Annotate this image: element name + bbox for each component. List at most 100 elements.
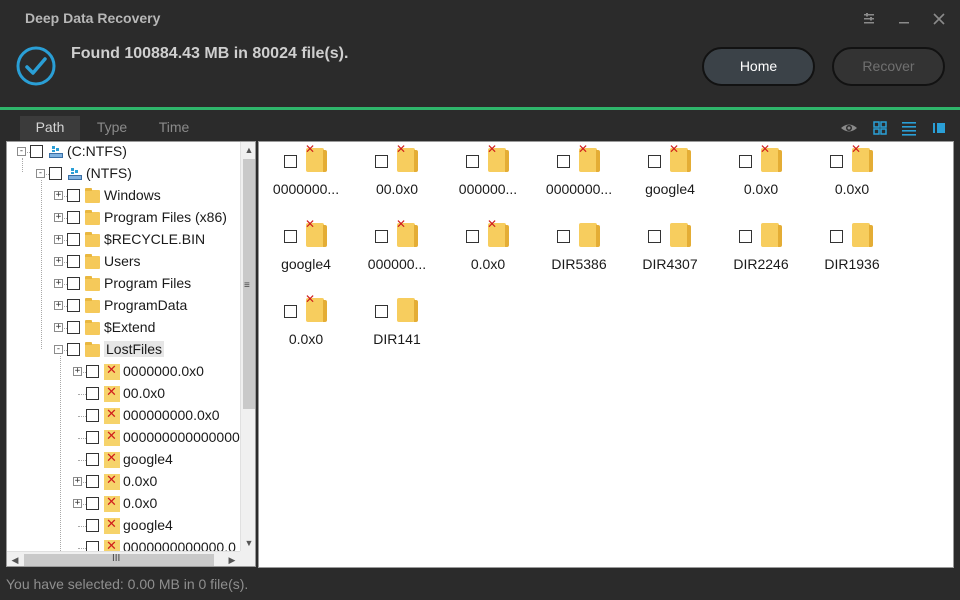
expand-icon[interactable]: +: [54, 213, 63, 222]
item-checkbox[interactable]: [284, 305, 297, 318]
tree-item[interactable]: + Users: [7, 251, 240, 273]
tree-item-checkbox[interactable]: [86, 409, 99, 422]
item-checkbox[interactable]: [648, 230, 661, 243]
tree-item[interactable]: + Windows: [7, 185, 240, 207]
eye-icon[interactable]: [840, 119, 858, 137]
list-view-icon[interactable]: [900, 119, 918, 137]
tree-item-checkbox[interactable]: [86, 475, 99, 488]
scroll-left-arrow-icon[interactable]: ◀: [7, 552, 23, 566]
tree-item[interactable]: + ProgramData: [7, 295, 240, 317]
tree-item[interactable]: + ✕ 0000000.0x0: [7, 361, 240, 383]
item-checkbox[interactable]: [557, 230, 570, 243]
tree-item[interactable]: - (NTFS): [7, 163, 240, 185]
item-checkbox[interactable]: [830, 155, 843, 168]
tree-item[interactable]: + Program Files: [7, 273, 240, 295]
folder-item[interactable]: DIR4307: [625, 217, 715, 287]
lost-file-item[interactable]: ✕ 0.0x0: [807, 142, 897, 212]
item-checkbox[interactable]: [648, 155, 661, 168]
expand-icon[interactable]: +: [54, 235, 63, 244]
expand-icon[interactable]: +: [54, 323, 63, 332]
tree-item[interactable]: + $Extend: [7, 317, 240, 339]
tree-item[interactable]: ✕ google4: [7, 449, 240, 471]
tree-item[interactable]: ✕ 00.0x0: [7, 383, 240, 405]
item-checkbox[interactable]: [375, 305, 388, 318]
tab-path[interactable]: Path: [20, 116, 80, 140]
item-checkbox[interactable]: [375, 155, 388, 168]
lost-file-item[interactable]: ✕ 00.0x0: [352, 142, 442, 212]
folder-item[interactable]: DIR2246: [716, 217, 806, 287]
tree-item-checkbox[interactable]: [67, 277, 80, 290]
tree-item[interactable]: ✕ 000000000000000: [7, 427, 240, 449]
scroll-down-arrow-icon[interactable]: ▼: [241, 535, 255, 551]
recover-button[interactable]: Recover: [832, 47, 945, 86]
tree-item-checkbox[interactable]: [86, 497, 99, 510]
item-checkbox[interactable]: [375, 230, 388, 243]
lost-file-item[interactable]: ✕ 0.0x0: [716, 142, 806, 212]
folder-item[interactable]: DIR141: [352, 292, 442, 362]
item-checkbox[interactable]: [284, 155, 297, 168]
expand-icon[interactable]: +: [54, 257, 63, 266]
tree-item[interactable]: + ✕ 0.0x0: [7, 493, 240, 515]
tree-item[interactable]: ✕ google4: [7, 515, 240, 537]
lost-file-item[interactable]: ✕ 0000000...: [261, 142, 351, 212]
item-checkbox[interactable]: [557, 155, 570, 168]
tree-item-checkbox[interactable]: [67, 321, 80, 334]
detail-view-icon[interactable]: [930, 119, 948, 137]
tree-item-checkbox[interactable]: [86, 365, 99, 378]
expand-icon[interactable]: +: [73, 499, 82, 508]
folder-item[interactable]: DIR5386: [534, 217, 624, 287]
tree-item[interactable]: - (C:NTFS): [7, 142, 240, 163]
lost-file-item[interactable]: ✕ 000000...: [352, 217, 442, 287]
tree-item-checkbox[interactable]: [30, 145, 43, 158]
lost-file-item[interactable]: ✕ google4: [261, 217, 351, 287]
item-checkbox[interactable]: [466, 155, 479, 168]
item-checkbox[interactable]: [284, 230, 297, 243]
tree-item[interactable]: + $RECYCLE.BIN: [7, 229, 240, 251]
expand-icon[interactable]: +: [73, 477, 82, 486]
item-checkbox[interactable]: [466, 230, 479, 243]
tree-item-checkbox[interactable]: [86, 519, 99, 532]
lost-file-item[interactable]: ✕ google4: [625, 142, 715, 212]
tree-item-checkbox[interactable]: [67, 299, 80, 312]
tree-item[interactable]: + ✕ 0.0x0: [7, 471, 240, 493]
tree-item-checkbox[interactable]: [86, 387, 99, 400]
expand-icon[interactable]: +: [54, 279, 63, 288]
lost-file-item[interactable]: ✕ 000000...: [443, 142, 533, 212]
collapse-icon[interactable]: -: [36, 169, 45, 178]
tree-item-checkbox[interactable]: [86, 431, 99, 444]
tree-item-checkbox[interactable]: [67, 255, 80, 268]
tree-item-checkbox[interactable]: [67, 211, 80, 224]
expand-icon[interactable]: +: [54, 191, 63, 200]
grid-view-icon[interactable]: [871, 119, 889, 137]
tree-item-checkbox[interactable]: [67, 233, 80, 246]
tree-item-checkbox[interactable]: [67, 343, 80, 356]
minimize-icon[interactable]: [893, 8, 915, 30]
tree-item[interactable]: ✕ 000000000.0x0: [7, 405, 240, 427]
tree-vertical-scrollbar[interactable]: ▲ ≡ ▼: [240, 142, 255, 551]
tree-horizontal-scrollbar[interactable]: ◀ III ▶: [7, 551, 240, 566]
tab-time[interactable]: Time: [144, 116, 204, 140]
tree-item-checkbox[interactable]: [49, 167, 62, 180]
expand-icon[interactable]: +: [73, 367, 82, 376]
folder-item[interactable]: DIR1936: [807, 217, 897, 287]
collapse-icon[interactable]: -: [17, 147, 26, 156]
lost-file-item[interactable]: ✕ 0000000...: [534, 142, 624, 212]
tree-item[interactable]: + Program Files (x86): [7, 207, 240, 229]
close-icon[interactable]: [928, 8, 950, 30]
lost-file-item[interactable]: ✕ 0.0x0: [443, 217, 533, 287]
item-checkbox[interactable]: [739, 230, 752, 243]
scroll-up-arrow-icon[interactable]: ▲: [241, 142, 255, 158]
tree-item-checkbox[interactable]: [86, 453, 99, 466]
tree-item[interactable]: - LostFiles: [7, 339, 240, 361]
tree-item-checkbox[interactable]: [86, 541, 99, 551]
lost-file-item[interactable]: ✕ 0.0x0: [261, 292, 351, 362]
item-checkbox[interactable]: [739, 155, 752, 168]
expand-icon[interactable]: +: [54, 301, 63, 310]
tree-item[interactable]: ✕ 0000000000000.0: [7, 537, 240, 551]
tree-item-checkbox[interactable]: [67, 189, 80, 202]
collapse-icon[interactable]: -: [54, 345, 63, 354]
settings-icon[interactable]: [858, 8, 880, 30]
item-checkbox[interactable]: [830, 230, 843, 243]
scroll-right-arrow-icon[interactable]: ▶: [224, 552, 240, 566]
tab-type[interactable]: Type: [82, 116, 142, 140]
